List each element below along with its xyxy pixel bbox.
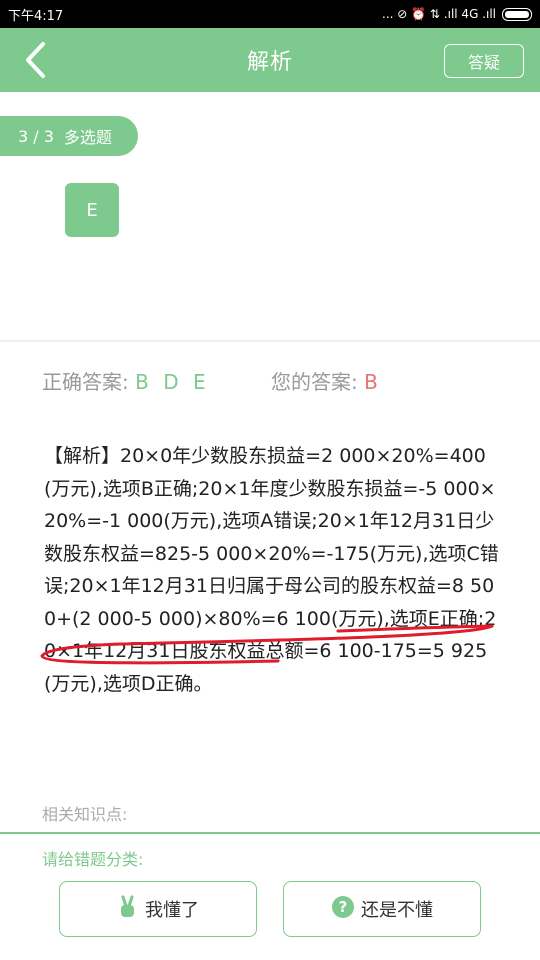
- not-understood-button[interactable]: ? 还是不懂: [283, 881, 481, 937]
- correct-answer: 正确答案: B D E: [42, 366, 210, 395]
- analysis-part-1: 【解析】20×0年少数股东损益=2 000×20%=400(万元),选项B正确;…: [44, 445, 499, 597]
- bottom-separator: [0, 832, 540, 834]
- answers-row: 正确答案: B D E 您的答案: B: [42, 366, 378, 395]
- svg-text:?: ?: [339, 898, 348, 916]
- status-indicator-text: ... ⊘ ⏰ ⇅ .ıll 4G .ıll: [382, 7, 496, 21]
- correct-answer-value: B D E: [135, 370, 210, 394]
- question-type: 多选题: [63, 128, 112, 147]
- query-button[interactable]: 答疑: [444, 44, 524, 78]
- classify-label: 请给错题分类:: [42, 850, 144, 869]
- my-answer-label: 您的答案:: [271, 370, 358, 394]
- section-divider: [0, 340, 540, 342]
- status-bar: 下午4:17 ... ⊘ ⏰ ⇅ .ıll 4G .ıll: [0, 0, 540, 28]
- option-e-chip[interactable]: E: [65, 183, 119, 237]
- understood-label: 我懂了: [145, 900, 199, 921]
- my-answer-value: B: [364, 370, 378, 394]
- battery-full-icon: [502, 7, 532, 21]
- victory-hand-icon: [117, 894, 139, 924]
- status-indicators: ... ⊘ ⏰ ⇅ .ıll 4G .ıll: [382, 7, 532, 21]
- question-progress: 3 / 3: [18, 126, 54, 146]
- my-answer: 您的答案: B: [271, 366, 378, 395]
- status-time: 下午4:17: [8, 8, 64, 24]
- understood-button[interactable]: 我懂了: [59, 881, 257, 937]
- back-chevron-icon[interactable]: [14, 38, 58, 82]
- app-bar: 解析 答疑: [0, 28, 540, 92]
- analysis-text: 【解析】20×0年少数股东损益=2 000×20%=400(万元),选项B正确;…: [44, 440, 504, 700]
- related-knowledge-label: 相关知识点:: [42, 805, 128, 824]
- question-circle-icon: ?: [331, 895, 355, 924]
- correct-answer-label: 正确答案:: [42, 370, 129, 394]
- page-title: 解析: [246, 50, 293, 75]
- not-understood-label: 还是不懂: [361, 900, 433, 921]
- question-tag: 3 / 3 多选题: [0, 116, 138, 156]
